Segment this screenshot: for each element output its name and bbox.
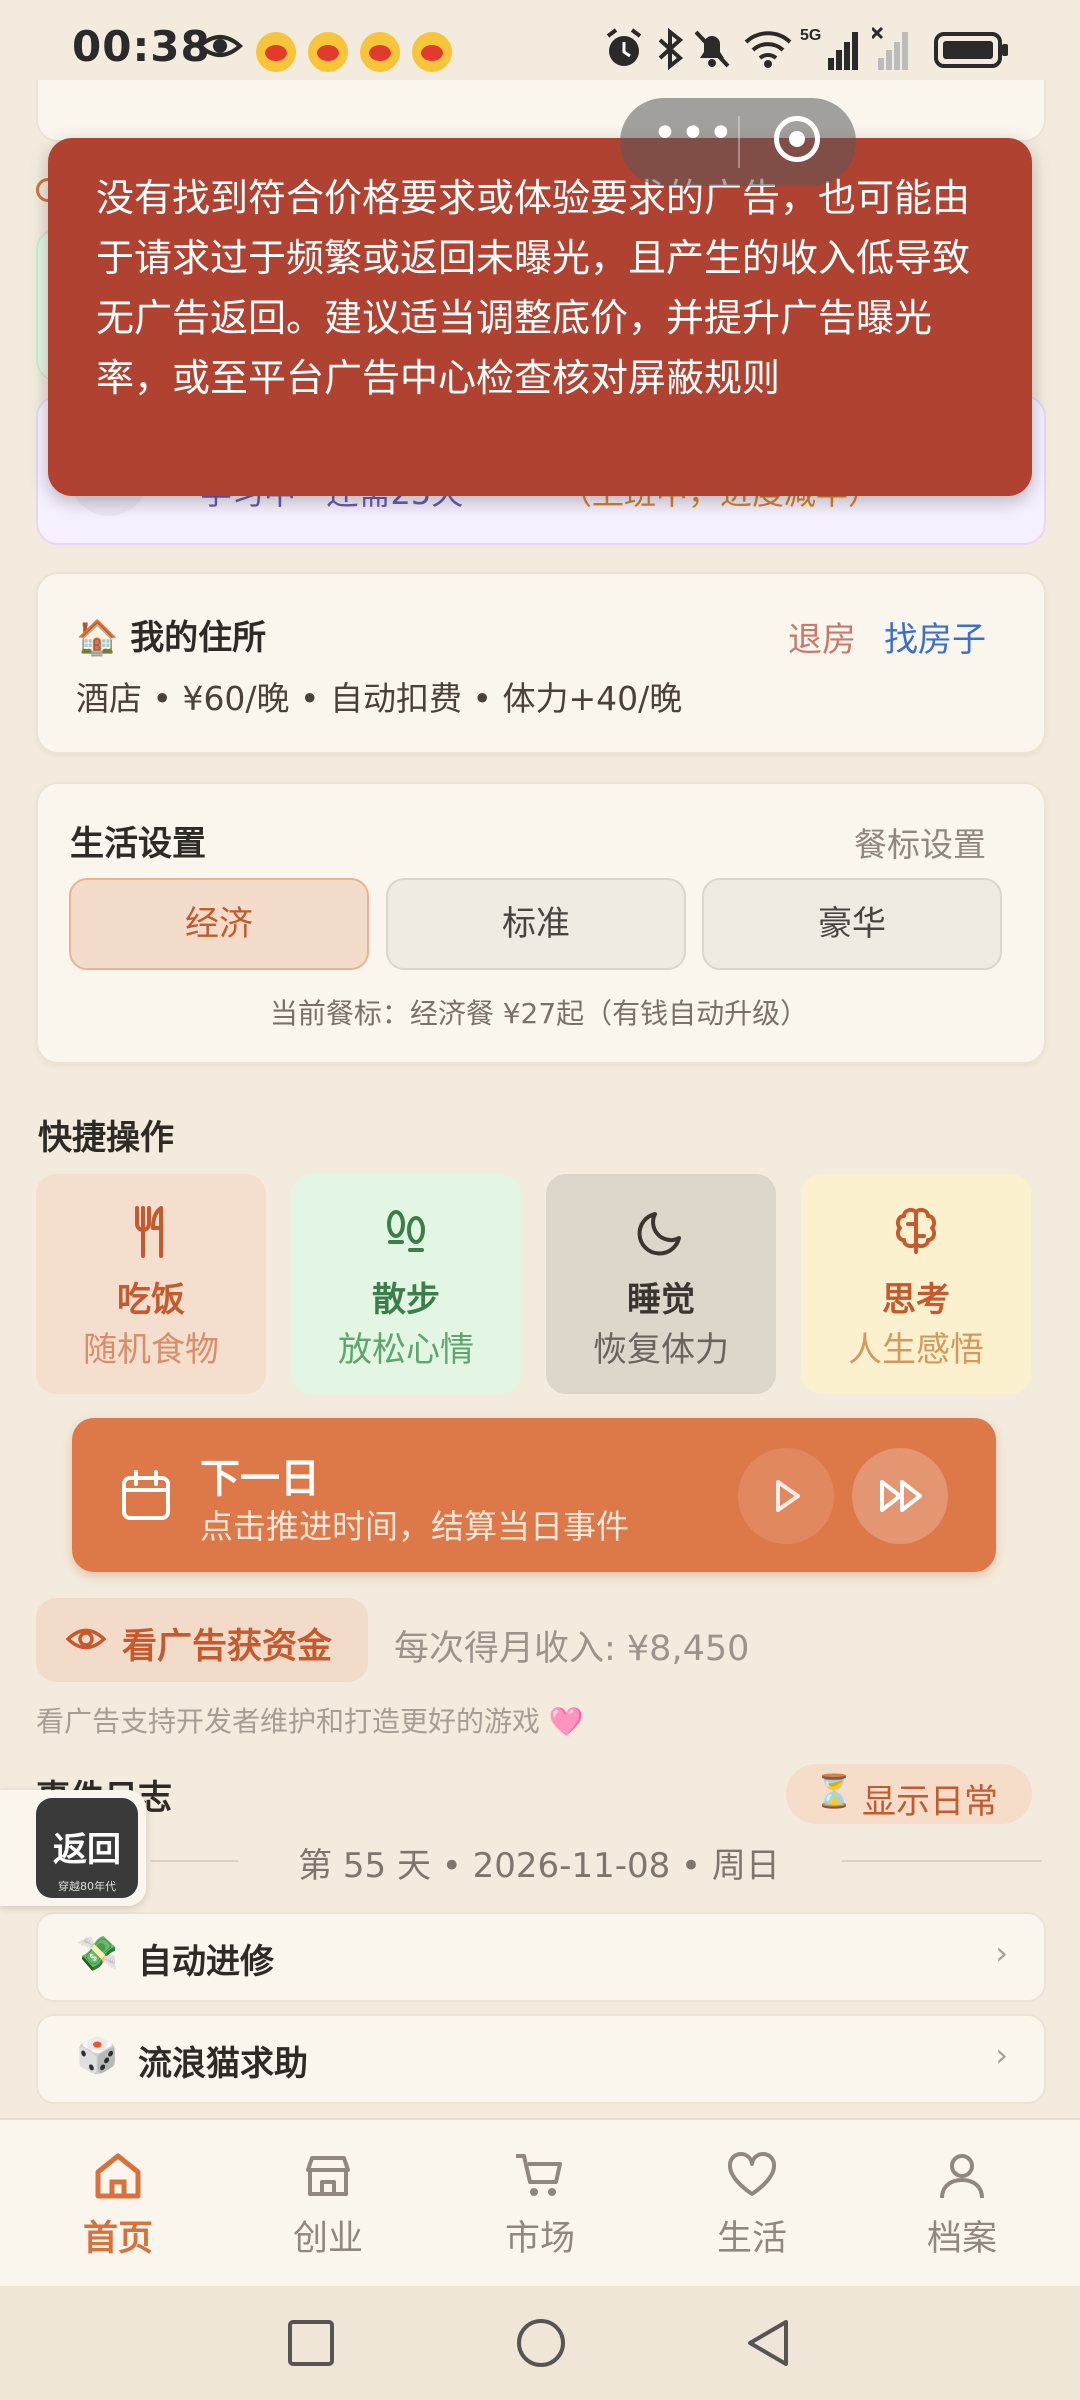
event-item[interactable]: 💸 自动进修 › [36, 1912, 1046, 2002]
tab-business[interactable]: 创业 [220, 2148, 436, 2259]
store-icon [306, 2156, 350, 2196]
life-settings-title: 生活设置 [70, 824, 206, 864]
weibo-icon [256, 32, 296, 72]
dice-icon: 🎲 [76, 2036, 119, 2076]
checkout-link[interactable]: 退房 [788, 612, 856, 661]
sleep-action[interactable]: 睡觉 恢复体力 [546, 1174, 776, 1394]
show-daily-label: 显示日常 [862, 1782, 998, 1822]
event-item[interactable]: 🎲 流浪猫求助 › [36, 2014, 1046, 2104]
walk-sub: 放松心情 [338, 1330, 474, 1370]
tab-market[interactable]: 市场 [432, 2148, 648, 2259]
tab-business-label: 创业 [292, 2219, 363, 2259]
event-label: 自动进修 [138, 1942, 274, 1982]
close-miniprogram-icon[interactable] [774, 116, 820, 162]
alarm-icon [604, 28, 644, 79]
user-icon [940, 2154, 984, 2199]
think-action[interactable]: 思考 人生感悟 [801, 1174, 1031, 1394]
back-label: 返回 [53, 1830, 121, 1870]
money-icon: 💸 [76, 1934, 119, 1974]
watch-ad-label: 看广告获资金 [122, 1627, 333, 1667]
ad-note: 看广告支持开发者维护和打造更好的游戏 🩷 [36, 1705, 584, 1738]
day-header: 第 55 天 • 2026-11-08 • 周日 [298, 1846, 780, 1886]
house-icon: 🏠 [76, 618, 119, 658]
eye-icon [196, 26, 244, 75]
tab-life-label: 生活 [716, 2219, 787, 2259]
find-house-link[interactable]: 找房子 [884, 612, 986, 661]
fast-forward-button[interactable] [852, 1448, 948, 1544]
back-nav-icon[interactable] [742, 2316, 796, 2374]
ad-income: 每次得月收入: ¥8,450 [394, 1629, 750, 1669]
home-icon [95, 2153, 141, 2199]
eye-icon [65, 1622, 107, 1660]
cart-icon [516, 2154, 562, 2196]
meal-settings-link[interactable]: 餐标设置 [854, 818, 986, 866]
weibo-icon [308, 32, 348, 72]
tab-home-label: 首页 [82, 2219, 153, 2259]
walk-label: 散步 [372, 1280, 440, 1320]
fast-forward-icon [880, 1480, 922, 1512]
tab-profile[interactable]: 档案 [854, 2148, 1070, 2259]
status-time: 00:38 [72, 22, 211, 71]
eat-label: 吃饭 [117, 1280, 185, 1320]
meal-luxury-button[interactable]: 豪华 [702, 878, 1002, 970]
signal-5g-icon: 5G [800, 26, 864, 81]
miniprogram-capsule: ••• [620, 98, 856, 186]
think-sub: 人生感悟 [848, 1330, 984, 1370]
think-label: 思考 [882, 1280, 950, 1320]
battery-icon [934, 30, 1010, 79]
recents-icon[interactable] [286, 2318, 336, 2372]
more-icon[interactable]: ••• [652, 108, 736, 159]
system-nav-bar [0, 2286, 1080, 2400]
moon-icon [546, 1204, 776, 1260]
tab-home[interactable]: 首页 [10, 2148, 226, 2259]
brain-icon [801, 1204, 1031, 1260]
residence-card [36, 572, 1046, 754]
toast-message: 没有找到符合价格要求或体验要求的广告，也可能由于请求过于频繁或返回未曝光，且产生… [96, 176, 971, 400]
tab-life[interactable]: 生活 [644, 2148, 860, 2259]
wifi-icon [742, 28, 794, 79]
meal-standard-button[interactable]: 标准 [386, 878, 686, 970]
next-day-subtitle: 点击推进时间，结算当日事件 [200, 1507, 629, 1546]
previous-card-fragment [36, 80, 1046, 142]
bluetooth-icon [656, 27, 686, 79]
current-meal-note: 当前餐标：经济餐 ¥27起（有钱自动升级） [269, 997, 809, 1030]
chevron-right-icon: › [995, 2036, 1008, 2074]
quick-actions-title: 快捷操作 [38, 1118, 174, 1158]
network-label: 5G [800, 27, 821, 44]
eat-sub: 随机食物 [83, 1330, 219, 1370]
mute-icon [692, 28, 732, 79]
chevron-right-icon: › [995, 1934, 1008, 1972]
fork-knife-icon [36, 1204, 266, 1260]
tab-profile-label: 档案 [926, 2219, 997, 2259]
home-nav-icon[interactable] [514, 2316, 568, 2374]
sleep-label: 睡觉 [627, 1280, 695, 1320]
back-sublabel: 穿越80年代 [58, 1880, 116, 1893]
sleep-sub: 恢复体力 [593, 1330, 729, 1370]
play-icon [776, 1480, 800, 1512]
tab-market-label: 市场 [504, 2219, 575, 2259]
hourglass-icon: ⏳ [814, 1772, 854, 1810]
residence-title: 🏠 我的住所 [76, 618, 267, 658]
eat-action[interactable]: 吃饭 随机食物 [36, 1174, 266, 1394]
heart-icon [727, 2151, 777, 2196]
signal-off-icon [870, 26, 922, 81]
weibo-icon [412, 32, 452, 72]
event-label: 流浪猫求助 [138, 2044, 308, 2084]
meal-economy-button[interactable]: 经济 [69, 878, 369, 970]
calendar-icon [120, 1470, 172, 1526]
play-button[interactable] [738, 1448, 834, 1544]
footprints-icon [291, 1204, 521, 1260]
walk-action[interactable]: 散步 放松心情 [291, 1174, 521, 1394]
next-day-title: 下一日 [200, 1456, 320, 1502]
weibo-icon [360, 32, 400, 72]
residence-detail: 酒店 • ¥60/晚 • 自动扣费 • 体力+40/晚 [76, 679, 683, 718]
